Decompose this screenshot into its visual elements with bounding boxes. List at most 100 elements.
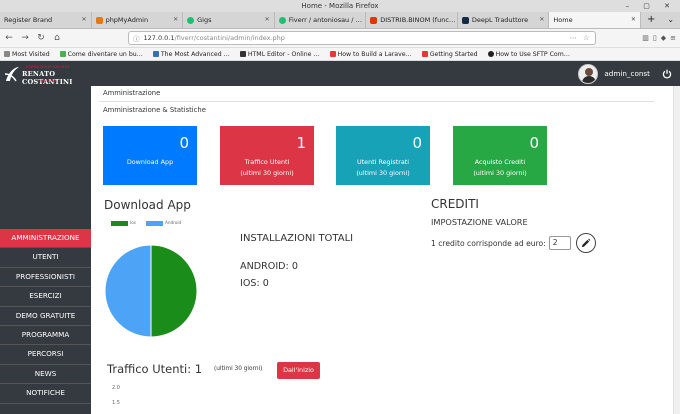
url-text: 127.0.0.1/fiverr/costantini/admin/index.… [144,34,285,42]
app-topbar: FORMAZIONE AZIENDE RENATO COSTANTINI PER… [0,61,680,86]
bookmark-label: Getting Started [429,50,478,58]
info-icon[interactable]: ⓘ [133,33,140,43]
bookmark-item[interactable]: How to Use SFTP Com… [487,50,570,58]
bookmark-label: How to Use SFTP Com… [495,50,570,58]
fiverr-icon [278,16,286,24]
breadcrumb: Amministrazione [103,89,161,97]
bookmark-item[interactable]: Come diventare un bu… [59,51,143,58]
close-icon[interactable]: ✕ [173,12,178,28]
window-title: Home - Mozilla Firefox [301,2,379,10]
deepl-icon [461,16,469,24]
reload-icon[interactable]: ↻ [36,33,46,43]
windows-icon [370,16,378,24]
tab-home[interactable]: Home ✕ [549,12,641,28]
extension-icon[interactable]: ◆ [661,34,666,42]
sidebar-item-notifiche[interactable]: NOTIFICHE [0,384,91,404]
phpmyadmin-icon [95,16,103,24]
close-icon[interactable]: ✕ [82,12,87,28]
page-actions-icon[interactable]: ⋯ ☆ [570,34,592,42]
divider [99,101,654,102]
brand-tagline: FORMAZIONE AZIENDE [26,64,70,69]
card-label-line2: (ultimi 30 giorni) [240,169,294,177]
bookmark-item[interactable]: Getting Started [421,50,478,58]
bookmark-most-visited[interactable]: Most Visited [4,51,50,58]
scrollbar[interactable] [673,86,680,414]
tab-deepl[interactable]: DeepL Traduttore ✕ [458,12,550,28]
avatar[interactable] [578,63,599,84]
sidebar-menu: AMMINISTRAZIONE UTENTI PROFESSIONISTI ES… [0,229,91,404]
card-label-line1: Traffico Utenti [244,158,290,166]
tab-label: Register Brand [4,16,53,24]
sidebar: AMMINISTRAZIONE UTENTI PROFESSIONISTI ES… [0,86,91,414]
sidebar-item-utenti[interactable]: UTENTI [0,248,91,268]
tab-gigs[interactable]: Gigs ✕ [183,12,275,28]
main-content: Amministrazione Amministrazione & Statis… [91,86,680,414]
brand-logo[interactable]: FORMAZIONE AZIENDE RENATO COSTANTINI PER… [4,63,84,86]
tab-label: Gigs [197,16,212,24]
extensions: ▥ ▯ ◆ ≡ [642,34,676,42]
card-label: Download App [103,157,197,168]
card-utenti-registrati[interactable]: 0 Utenti Registrati (ultimi 30 giorni) [336,126,430,185]
new-tab-button[interactable]: + [641,12,661,28]
tab-register-brand[interactable]: Register Brand ✕ [0,12,92,28]
tab-phpmyadmin[interactable]: phpMyAdmin ✕ [92,12,184,28]
bookmark-item[interactable]: The Most Advanced … [152,50,230,58]
credits-rate-input[interactable]: 2 [548,236,571,250]
download-pie-chart [104,244,198,338]
pie-slice-android[interactable] [104,244,152,338]
card-label: Acquisto Crediti (ultimi 30 giorni) [453,157,547,179]
url-bar[interactable]: ⓘ 127.0.0.1/fiverr/costantini/admin/inde… [128,31,597,45]
url-path: /fiverr/costantini/admin/index.php [174,34,285,42]
tab-fiverr[interactable]: Fiverr / antoniosau / …✕ [275,12,367,28]
window-controls[interactable]: – ▢ ✕ [626,0,676,12]
sidebar-icon[interactable]: ▯ [653,34,657,42]
power-icon[interactable] [662,69,672,79]
bookmark-item[interactable]: How to Build a Larave… [329,51,412,58]
installs-title: INSTALLAZIONI TOTALI [240,233,354,244]
card-acquisto-crediti[interactable]: 0 Acquisto Crediti (ultimi 30 giorni) [453,126,547,185]
forward-arrow-icon[interactable]: → [20,33,30,43]
bookmark-favicon-icon [59,51,66,57]
sidebar-item-programma[interactable]: PROGRAMMA [0,326,91,346]
bookmark-label: The Most Advanced … [160,50,230,58]
card-label-line2: (ultimi 30 giorni) [473,169,527,177]
card-download-app[interactable]: 0 Download App [103,126,197,185]
home-icon[interactable]: ⌂ [52,33,62,43]
tab-distrib-binom[interactable]: DISTRIB.BINOM (func…✕ [366,12,458,28]
card-label-line1: Acquisto Crediti [474,158,526,166]
sidebar-item-esercizi[interactable]: ESERCIZI [0,287,91,307]
card-value: 0 [412,134,422,152]
menu-icon[interactable]: ≡ [670,34,676,42]
traffic-title: Traffico Utenti: 1 [107,362,203,376]
bookmark-favicon-icon [239,51,246,57]
tab-label: DISTRIB.BINOM (func… [380,16,456,24]
close-icon[interactable]: ✕ [539,12,544,28]
sidebar-item-professionisti[interactable]: PROFESSIONISTI [0,268,91,288]
card-traffico-utenti[interactable]: 1 Traffico Utenti (ultimi 30 giorni) [220,126,314,185]
library-icon[interactable]: ▥ [642,34,649,42]
pie-slice-ios[interactable] [150,244,198,338]
legend-label: Android [164,220,182,225]
username: admin_const [604,69,650,78]
close-icon[interactable]: ✕ [631,12,636,28]
tab-list-chevron-icon[interactable]: ⌄ [661,12,680,28]
sidebar-item-demo-gratuite[interactable]: DEMO GRATUITE [0,307,91,326]
dall-inizio-button[interactable]: Dall'inizio [277,362,320,379]
legend-item-android[interactable]: Android [145,220,182,226]
close-icon[interactable]: ✕ [265,12,270,28]
sidebar-item-amministrazione[interactable]: AMMINISTRAZIONE [0,229,91,249]
card-label-line2: (ultimi 30 giorni) [356,169,410,177]
tab-label: DeepL Traduttore [471,16,529,24]
legend-label: Ios [130,220,136,225]
legend-swatch [111,220,128,226]
gear-icon [4,51,10,57]
bookmark-item[interactable]: HTML Editor - Online … [239,51,320,58]
edit-credits-button[interactable] [575,233,596,253]
back-arrow-icon[interactable]: ← [4,33,14,43]
bookmarks-toolbar: Most Visited Come diventare un bu… The M… [0,48,680,61]
bookmark-favicon-icon [152,51,159,57]
legend-item-ios[interactable]: Ios [111,220,136,226]
sidebar-item-news[interactable]: NEWS [0,365,91,385]
sidebar-item-percorsi[interactable]: PERCORSI [0,345,91,365]
bookmark-favicon-icon [421,51,428,57]
